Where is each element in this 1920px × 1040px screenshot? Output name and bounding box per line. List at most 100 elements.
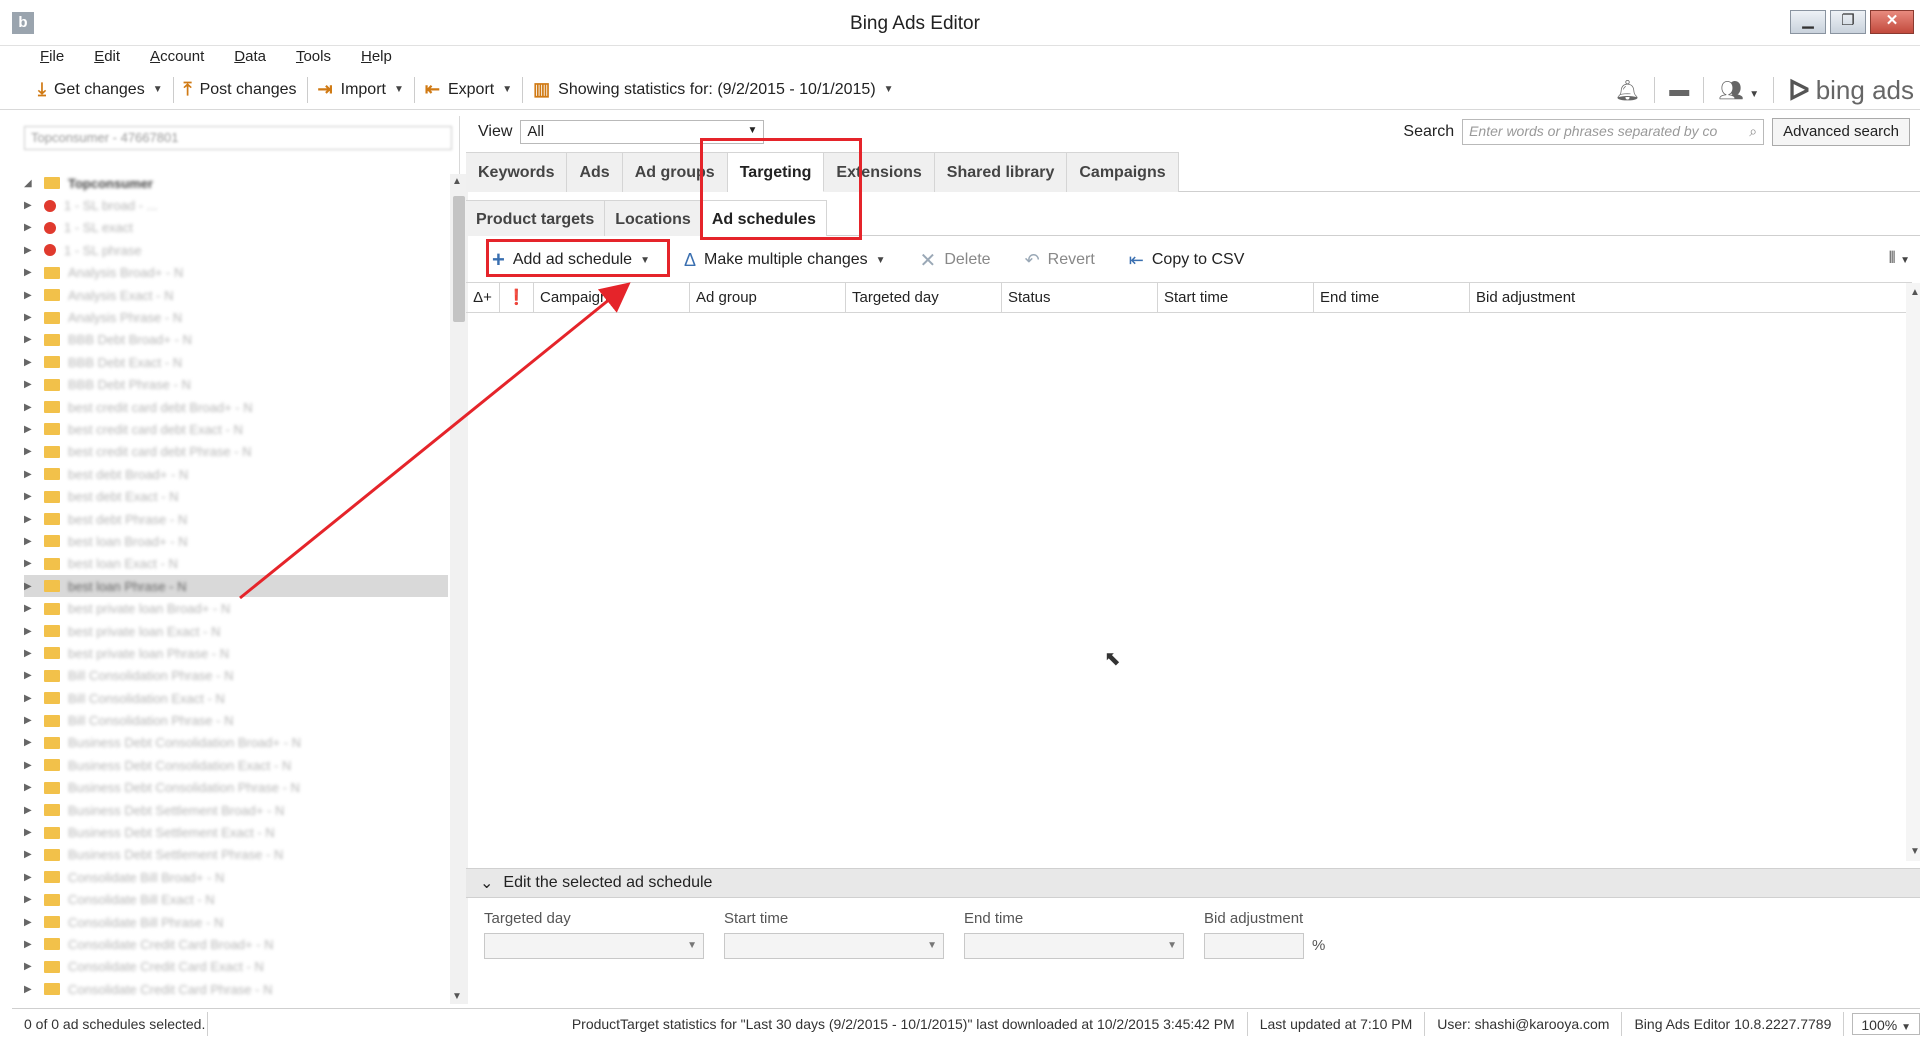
expand-icon[interactable]: ▶ <box>24 424 38 435</box>
expand-icon[interactable]: ▶ <box>24 245 38 256</box>
scroll-down-icon[interactable]: ▼ <box>1910 846 1920 857</box>
expand-icon[interactable]: ▶ <box>24 402 38 413</box>
scroll-down-icon[interactable]: ▼ <box>452 991 462 1002</box>
col-ad-group[interactable]: Ad group <box>690 282 846 313</box>
tree-item[interactable]: ▶ best loan Phrase - N <box>24 575 448 598</box>
change-indicator-icon[interactable]: Δ+ <box>466 282 500 313</box>
menu-edit[interactable]: Edit <box>82 46 132 68</box>
menu-data[interactable]: Data <box>222 46 278 68</box>
expand-icon[interactable]: ▶ <box>24 581 38 592</box>
expand-icon[interactable]: ▶ <box>24 715 38 726</box>
account-selector[interactable]: Topconsumer - 47667801 <box>24 126 452 150</box>
chevron-down-icon[interactable]: ⌄ <box>480 873 493 893</box>
statistics-dropdown[interactable]: ▥ Showing statistics for: (9/2/2015 - 10… <box>523 74 903 106</box>
expand-icon[interactable]: ▶ <box>24 514 38 525</box>
expand-icon[interactable]: ▶ <box>24 446 38 457</box>
start-time-select[interactable]: ▼ <box>724 933 944 959</box>
tree-item[interactable]: ▶ Analysis Exact - N <box>24 284 448 306</box>
tree-item[interactable]: ▶ best credit card debt Broad+ - N <box>24 396 448 418</box>
expand-icon[interactable]: ▶ <box>24 222 38 233</box>
tree-item[interactable]: ▶ BBB Debt Exact - N <box>24 351 448 373</box>
expand-icon[interactable]: ▶ <box>24 849 38 860</box>
expand-icon[interactable]: ▶ <box>24 648 38 659</box>
expand-icon[interactable]: ▶ <box>24 626 38 637</box>
add-ad-schedule-button[interactable]: + Add ad schedule ▼ <box>492 247 650 273</box>
subtab-ad-schedules[interactable]: Ad schedules <box>701 200 827 236</box>
expand-icon[interactable]: ▶ <box>24 782 38 793</box>
col-targeted-day[interactable]: Targeted day <box>846 282 1002 313</box>
zoom-select[interactable]: 100% ▼ <box>1852 1012 1920 1035</box>
subtab-product-targets[interactable]: Product targets <box>466 200 606 236</box>
expand-icon[interactable]: ▶ <box>24 379 38 390</box>
import-button[interactable]: ⇥ Import ▼ <box>308 74 414 106</box>
tree-item[interactable]: ▶ Consolidate Credit Card Exact - N <box>24 956 448 978</box>
menu-account[interactable]: Account <box>138 46 216 68</box>
expand-icon[interactable]: ▶ <box>24 693 38 704</box>
tree-item[interactable]: ▶ Analysis Broad+ - N <box>24 262 448 284</box>
expand-icon[interactable]: ▶ <box>24 312 38 323</box>
expand-icon[interactable]: ▶ <box>24 894 38 905</box>
tree-item[interactable]: ▶ BBB Debt Broad+ - N <box>24 329 448 351</box>
expand-icon[interactable]: ▶ <box>24 984 38 995</box>
tab-targeting[interactable]: Targeting <box>727 152 825 192</box>
tree-item[interactable]: ▶ best private loan Exact - N <box>24 620 448 642</box>
tree-item[interactable]: ▶ 1 - SL exact <box>24 217 448 239</box>
revert-button[interactable]: ↶ Revert <box>1025 250 1095 271</box>
expand-icon[interactable]: ▶ <box>24 917 38 928</box>
tree-item[interactable]: ▶ best credit card debt Exact - N <box>24 418 448 440</box>
expand-icon[interactable]: ▶ <box>24 200 38 211</box>
delete-button[interactable]: ✕ Delete <box>920 248 991 273</box>
expand-icon[interactable]: ▶ <box>24 670 38 681</box>
tree-item[interactable]: ▶ Consolidate Credit Card Phrase - N <box>24 978 448 1000</box>
expand-icon[interactable]: ▶ <box>24 827 38 838</box>
col-start-time[interactable]: Start time <box>1158 282 1314 313</box>
advanced-search-button[interactable]: Advanced search <box>1772 118 1910 146</box>
tree-item[interactable]: ▶ Business Debt Settlement Phrase - N <box>24 844 448 866</box>
col-bid-adjustment[interactable]: Bid adjustment <box>1470 283 1890 313</box>
tree-item[interactable]: ▶ BBB Debt Phrase - N <box>24 374 448 396</box>
post-changes-button[interactable]: ⤒ Post changes <box>174 74 307 106</box>
tab-shared-library[interactable]: Shared library <box>934 152 1068 192</box>
restore-icon[interactable]: ❐ <box>1830 10 1866 34</box>
tree-item[interactable]: ▶ best private loan Phrase - N <box>24 642 448 664</box>
expand-icon[interactable]: ▶ <box>24 872 38 883</box>
search-input[interactable]: Enter words or phrases separated by co ⌕ <box>1462 119 1765 145</box>
tree-item[interactable]: ▶ best debt Exact - N <box>24 485 448 507</box>
scroll-thumb[interactable] <box>453 196 465 322</box>
menu-help[interactable]: Help <box>349 46 404 68</box>
tab-extensions[interactable]: Extensions <box>824 152 935 192</box>
tree-item[interactable]: ▶ 1 - SL phrase <box>24 239 448 261</box>
expand-icon[interactable]: ▶ <box>24 536 38 547</box>
tree-item[interactable]: ▶ best debt Phrase - N <box>24 508 448 530</box>
expand-icon[interactable]: ▶ <box>24 469 38 480</box>
subtab-locations[interactable]: Locations <box>605 200 702 236</box>
view-select[interactable]: All ▼ <box>520 120 765 144</box>
tree-item[interactable]: ▶ Bill Consolidation Phrase - N <box>24 665 448 687</box>
tab-ads[interactable]: Ads <box>567 152 623 192</box>
tree-item[interactable]: ▶ Business Debt Settlement Broad+ - N <box>24 799 448 821</box>
export-button[interactable]: ⇤ Export ▼ <box>415 74 522 106</box>
search-icon[interactable]: ⌕ <box>1749 123 1757 140</box>
expand-icon[interactable]: ▶ <box>24 760 38 771</box>
minimize-icon[interactable]: ▁ <box>1790 10 1826 34</box>
col-status[interactable]: Status <box>1002 282 1158 313</box>
tree-item[interactable]: ▶ Consolidate Bill Phrase - N <box>24 911 448 933</box>
expand-icon[interactable]: ▶ <box>24 558 38 569</box>
tab-keywords[interactable]: Keywords <box>466 152 568 192</box>
get-changes-button[interactable]: ⤓ Get changes ▼ <box>28 74 173 106</box>
tree-item[interactable]: ▶ best credit card debt Phrase - N <box>24 441 448 463</box>
expand-icon[interactable]: ▶ <box>24 491 38 502</box>
bell-icon[interactable]: 🔔︎ <box>1615 78 1640 103</box>
error-indicator-icon[interactable]: ❗ <box>500 282 534 313</box>
column-chooser-icon[interactable]: ⦀ ▼ <box>1889 250 1910 268</box>
tree-item[interactable]: ▶ Consolidate Credit Card Broad+ - N <box>24 933 448 955</box>
expand-icon[interactable]: ▶ <box>24 603 38 614</box>
targeted-day-select[interactable]: ▼ <box>484 933 704 959</box>
copy-to-csv-button[interactable]: ⇤ Copy to CSV <box>1129 250 1245 271</box>
edit-panel-header[interactable]: ⌄ Edit the selected ad schedule <box>466 868 1920 898</box>
collapse-icon[interactable]: ◢ <box>24 178 38 189</box>
tab-ad-groups[interactable]: Ad groups <box>622 152 728 192</box>
expand-icon[interactable]: ▶ <box>24 357 38 368</box>
tree-item[interactable]: ▶ best loan Broad+ - N <box>24 530 448 552</box>
feedback-icon[interactable]: ▬ <box>1669 79 1689 102</box>
